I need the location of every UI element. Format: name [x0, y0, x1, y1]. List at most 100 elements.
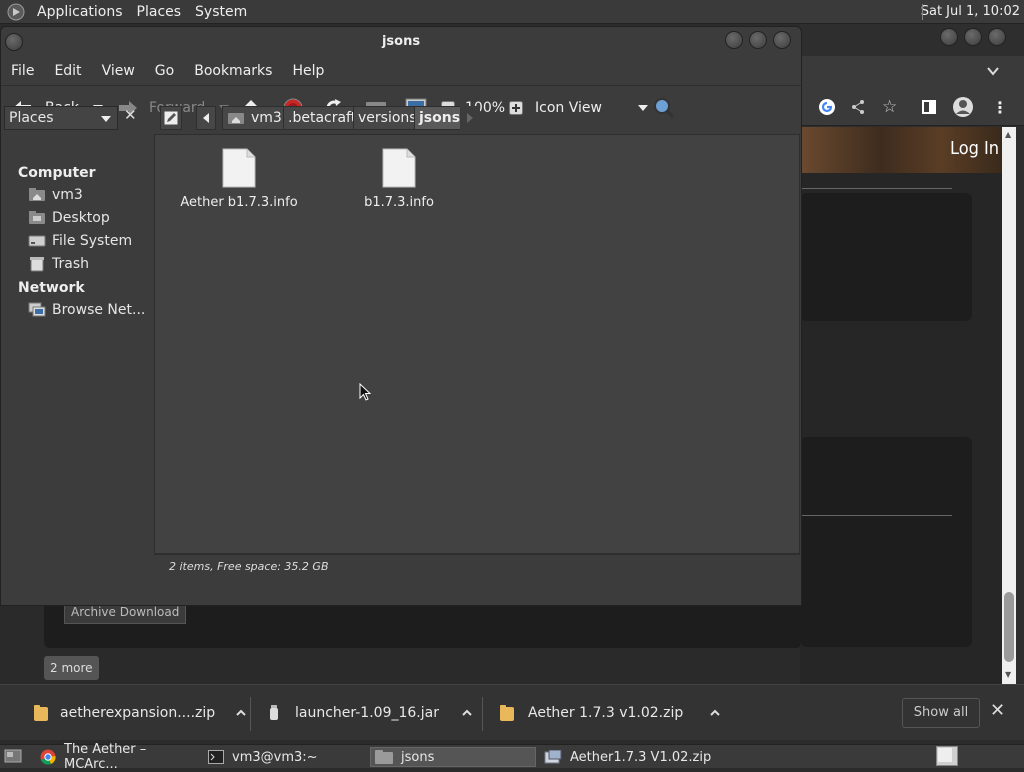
content-card [800, 193, 972, 321]
distro-logo-icon[interactable] [6, 2, 26, 22]
task-label: jsons [401, 749, 435, 765]
download-name: Aether 1.7.3 v1.02.zip [528, 705, 684, 721]
side-panel-icon[interactable] [922, 100, 936, 114]
google-icon[interactable] [818, 98, 836, 116]
zoom-in-icon [509, 101, 523, 115]
sidebar-item-vm3[interactable]: vm3 [28, 187, 83, 203]
zoom-in-button[interactable] [509, 86, 523, 130]
task-terminal[interactable]: vm3@vm3:~ [204, 747, 368, 767]
sidebar-item-file-system[interactable]: File System [28, 233, 132, 249]
close-icon[interactable]: ✕ [990, 700, 1005, 721]
menu-applications[interactable]: Applications [30, 4, 130, 20]
share-icon[interactable] [850, 99, 866, 115]
clock[interactable]: Sat Jul 1, 10:02 [921, 4, 1020, 19]
terminal-icon [208, 750, 224, 764]
divider [800, 188, 952, 189]
maximize-icon[interactable] [964, 28, 982, 46]
sidebar-item-trash[interactable]: Trash [28, 256, 89, 272]
desktop-folder-icon [28, 211, 46, 225]
maximize-icon[interactable] [749, 31, 767, 49]
window-menu-icon[interactable] [5, 33, 23, 51]
download-item[interactable]: launcher-1.09_16.jar [269, 705, 473, 721]
browser-window-controls [940, 28, 1012, 50]
browser-menu-icon[interactable]: ⋮ [992, 98, 1008, 117]
download-item[interactable]: Aether 1.7.3 v1.02.zip [500, 705, 721, 721]
search-button[interactable] [653, 86, 675, 130]
close-icon[interactable] [773, 31, 791, 49]
drive-icon [28, 234, 46, 248]
zip-icon [34, 705, 48, 721]
file-name: Aether b1.7.3.info [180, 195, 298, 210]
file-item[interactable]: b1.7.3.info [339, 147, 459, 210]
workspace-switcher-icon[interactable] [936, 746, 958, 766]
home-folder-icon [28, 188, 46, 202]
menu-places[interactable]: Places [130, 4, 189, 20]
menu-file[interactable]: File [1, 63, 44, 79]
task-archive-manager[interactable]: Aether1.7.3 V1.02.zip [540, 747, 720, 767]
browser-scrollbar-thumb[interactable] [1004, 592, 1014, 662]
chevron-left-icon [202, 113, 210, 123]
network-icon [28, 302, 46, 318]
show-all-button[interactable]: Show all [902, 698, 980, 728]
menu-bookmarks[interactable]: Bookmarks [184, 63, 282, 79]
more-button[interactable]: 2 more [44, 656, 99, 680]
task-browser[interactable]: The Aether – MCArc... [36, 742, 202, 772]
menu-view[interactable]: View [92, 63, 145, 79]
view-mode-label: Icon View [535, 100, 602, 116]
sidebar-item-label: Desktop [52, 210, 110, 226]
download-item[interactable]: aetherexpansion....zip [34, 705, 247, 721]
breadcrumb-versions[interactable]: versions [353, 106, 422, 130]
chevron-up-icon[interactable] [235, 707, 247, 719]
site-body [800, 173, 1002, 684]
edit-location-icon [164, 111, 178, 125]
chrome-icon [40, 749, 56, 765]
sidebar-mode-select[interactable]: Places [4, 106, 118, 130]
divider [800, 515, 952, 516]
download-name: launcher-1.09_16.jar [295, 705, 439, 721]
sidebar-mode-label: Places [9, 110, 54, 126]
chevron-down-icon [637, 104, 648, 112]
sidebar-item-label: vm3 [52, 187, 83, 203]
breadcrumb-betacraft[interactable]: .betacraft [283, 106, 362, 130]
bookmark-star-icon[interactable]: ☆ [882, 97, 897, 117]
show-desktop-icon[interactable] [4, 748, 22, 764]
close-icon[interactable] [988, 28, 1006, 46]
tab-list-chevron-icon[interactable] [986, 64, 1000, 78]
toggle-location-entry-button[interactable] [160, 106, 182, 130]
sidebar-heading-network: Network [18, 280, 85, 296]
task-file-manager[interactable]: jsons [370, 747, 536, 767]
chevron-up-icon[interactable] [461, 707, 473, 719]
breadcrumb-scroll-left[interactable] [196, 106, 216, 130]
sidebar-item-desktop[interactable]: Desktop [28, 210, 110, 226]
sidebar-item-label: Trash [52, 256, 89, 272]
profile-avatar-icon[interactable] [952, 96, 974, 118]
minimize-icon[interactable] [940, 28, 958, 46]
file-view[interactable]: Aether b1.7.3.info b1.7.3.info [154, 134, 800, 554]
scroll-down-icon[interactable]: ▼ [1005, 670, 1011, 679]
menu-go[interactable]: Go [145, 63, 184, 79]
breadcrumb-scroll-right[interactable] [460, 106, 480, 130]
bottom-panel: The Aether – MCArc... vm3@vm3:~ jsons Ae… [0, 742, 1024, 772]
chevron-up-icon[interactable] [709, 707, 721, 719]
minimize-icon[interactable] [725, 31, 743, 49]
download-bar: aetherexpansion....zip launcher-1.09_16.… [0, 684, 1024, 740]
home-folder-icon [227, 111, 245, 125]
breadcrumb-jsons[interactable]: jsons [414, 106, 466, 130]
zip-icon [500, 705, 514, 721]
sidebar-item-label: File System [52, 233, 133, 249]
close-sidebar-icon[interactable]: ✕ [124, 106, 137, 124]
download-name: aetherexpansion....zip [60, 705, 216, 721]
menu-system[interactable]: System [188, 4, 254, 20]
view-mode-select[interactable]: Icon View [535, 86, 648, 130]
breadcrumb-vm3[interactable]: vm3 [222, 106, 287, 130]
panel-separator [922, 4, 923, 20]
scroll-up-icon[interactable]: ▲ [1005, 130, 1011, 139]
menu-edit[interactable]: Edit [44, 63, 91, 79]
sidebar-heading-computer: Computer [18, 165, 96, 181]
file-item[interactable]: Aether b1.7.3.info [179, 147, 299, 210]
task-label: vm3@vm3:~ [232, 749, 318, 765]
sidebar-item-browse-network[interactable]: Browse Net... [28, 302, 145, 318]
menu-help[interactable]: Help [282, 63, 334, 79]
login-link[interactable]: Log In [950, 138, 999, 159]
sidebar-item-label: Browse Net... [52, 302, 146, 318]
